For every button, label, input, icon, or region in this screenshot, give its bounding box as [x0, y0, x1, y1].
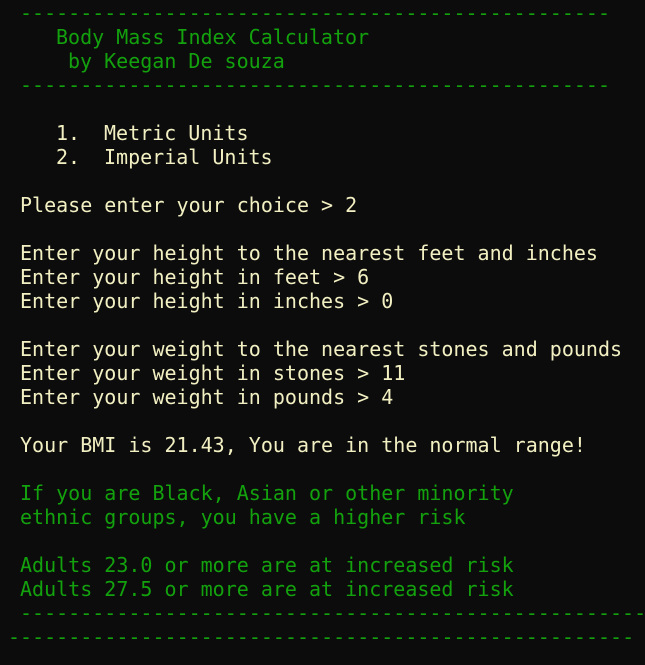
menu-option-metric: Metric Units	[104, 121, 249, 145]
weight-intro: Enter your weight to the nearest stones …	[20, 337, 623, 361]
terminal-window: ----------------------------------------…	[0, 0, 645, 665]
footer-rule-1: ----------------------------------------…	[20, 601, 645, 625]
risk-threshold-line-2: Adults 27.5 or more are at increased ris…	[20, 577, 514, 601]
menu-option-1-number: 1.	[56, 121, 81, 145]
height-feet-prompt: Enter your height in feet > 6	[20, 265, 370, 289]
choice-prompt: Please enter your choice > 2	[20, 193, 358, 217]
risk-threshold-line-1: Adults 23.0 or more are at increased ris…	[20, 553, 514, 577]
menu-option-2-number: 2.	[56, 145, 81, 169]
height-intro: Enter your height to the nearest feet an…	[20, 241, 598, 265]
app-title: Body Mass Index Calculator	[56, 25, 370, 49]
height-inches-prompt: Enter your height in inches > 0	[20, 289, 394, 313]
risk-advice-line-1: If you are Black, Asian or other minorit…	[20, 481, 514, 505]
footer-rule-2: ----------------------------------------…	[8, 625, 635, 649]
top-rule: ----------------------------------------…	[20, 1, 611, 25]
weight-pounds-prompt: Enter your weight in pounds > 4	[20, 385, 394, 409]
menu-option-imperial: Imperial Units	[104, 145, 273, 169]
weight-stones-prompt: Enter your weight in stones > 11	[20, 361, 406, 385]
app-author: by Keegan De souza	[68, 49, 285, 73]
header-rule: ----------------------------------------…	[20, 73, 611, 97]
risk-advice-line-2: ethnic groups, you have a higher risk	[20, 505, 466, 529]
bmi-result: Your BMI is 21.43, You are in the normal…	[20, 433, 586, 457]
